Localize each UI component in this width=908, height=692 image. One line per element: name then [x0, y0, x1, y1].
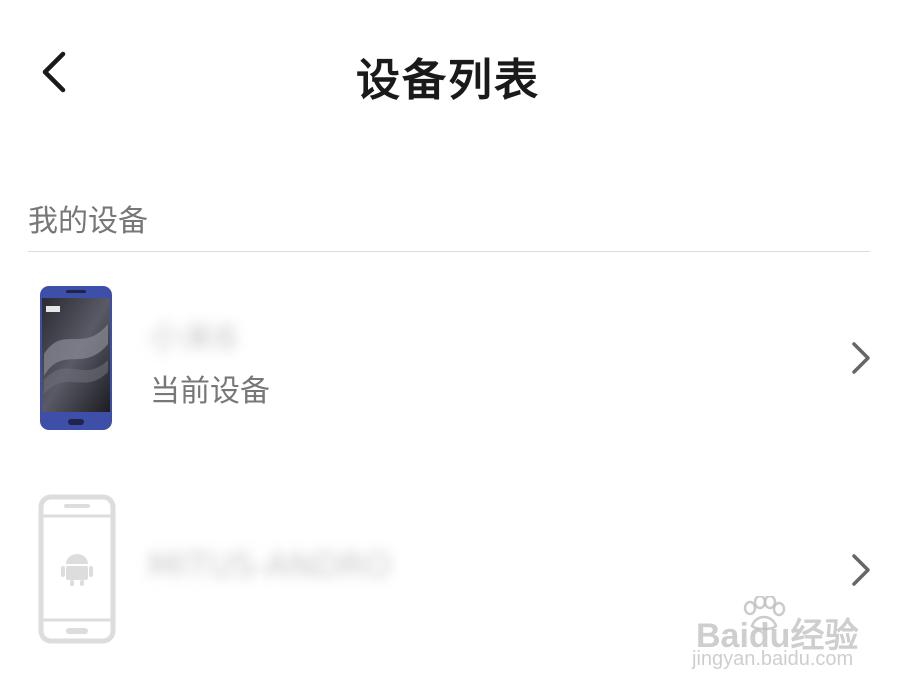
device-row-current[interactable]: 小米6 当前设备 — [0, 268, 908, 448]
android-phone-placeholder-icon — [38, 494, 116, 644]
section-divider — [28, 251, 870, 252]
smartphone-blue-icon — [40, 286, 112, 430]
watermark-url: jingyan.baidu.com — [692, 648, 854, 670]
chevron-right-icon — [852, 554, 870, 586]
device-name: 小米6 — [148, 318, 238, 358]
chevron-right-icon — [852, 342, 870, 374]
baidu-watermark: Baidu经验 jingyan.baidu.com — [690, 596, 890, 676]
device-name: MITUS-ANDRO — [148, 546, 392, 586]
header-bar: 设备列表 — [0, 0, 908, 150]
section-label-my-devices: 我的设备 — [28, 204, 148, 239]
device-status: 当前设备 — [150, 374, 270, 409]
page-title: 设备列表 — [356, 55, 540, 106]
